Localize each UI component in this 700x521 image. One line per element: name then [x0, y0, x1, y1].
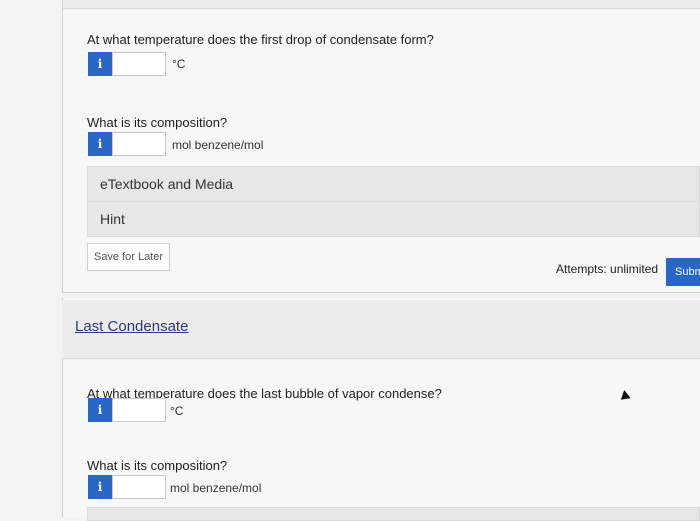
question-first-drop-temperature: At what temperature does the first drop … [87, 32, 434, 47]
unit-mol-benzene: mol benzene/mol [170, 481, 262, 495]
last-bubble-temperature-input[interactable] [112, 398, 166, 422]
hint-label: Hint [100, 211, 125, 227]
last-bubble-composition-input[interactable] [112, 475, 166, 499]
first-drop-composition-input[interactable] [112, 132, 166, 156]
etextbook-media-link[interactable]: eTextbook and Media [87, 166, 700, 202]
question-first-drop-composition: What is its composition? [87, 115, 228, 130]
unit-celsius: °C [172, 57, 186, 71]
hint-link[interactable]: Hint [87, 201, 700, 237]
info-icon[interactable]: i [88, 398, 112, 422]
info-icon[interactable]: i [88, 475, 112, 499]
submit-button[interactable]: Subm [666, 258, 700, 286]
question-last-bubble-composition: What is its composition? [87, 458, 228, 473]
first-drop-temperature-input[interactable] [112, 52, 166, 76]
etextbook-media-label: eTextbook and Media [100, 176, 234, 192]
mouse-cursor-icon [619, 389, 631, 400]
unit-mol-benzene: mol benzene/mol [172, 138, 264, 152]
card-header-band [63, 0, 700, 9]
next-panel-bar [87, 507, 700, 521]
attempts-counter: Attempts: unlimited [556, 262, 659, 276]
save-for-later-button[interactable]: Save for Later [87, 243, 170, 271]
info-icon[interactable]: i [88, 52, 112, 76]
section-title-last-condensate[interactable]: Last Condensate [75, 318, 188, 335]
info-icon[interactable]: i [88, 132, 112, 156]
unit-celsius: °C [170, 404, 184, 418]
